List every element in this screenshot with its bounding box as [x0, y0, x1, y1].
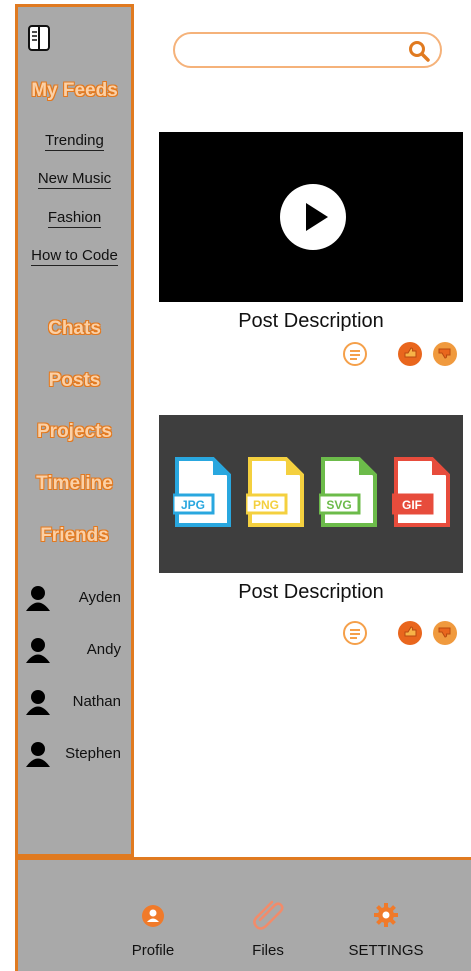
nav-settings-label: SETTINGS: [348, 942, 424, 959]
post-description: Post Description: [238, 310, 384, 332]
comment-icon[interactable]: [342, 341, 368, 367]
user-icon: [26, 586, 50, 611]
nav-profile-label: Profile: [131, 942, 175, 959]
search-input[interactable]: [173, 32, 442, 68]
dislike-icon[interactable]: [432, 341, 458, 367]
like-icon[interactable]: [397, 620, 423, 646]
like-icon[interactable]: [397, 341, 423, 367]
sidebar-item-chats[interactable]: Chats: [15, 318, 134, 340]
feed-how-to-code[interactable]: How to Code: [15, 247, 134, 266]
user-icon: [26, 742, 50, 767]
svg-file-icon: SVG: [319, 457, 377, 527]
sidebar: My Feeds Trending New Music Fashion How …: [15, 4, 134, 857]
feed-fashion[interactable]: Fashion: [15, 209, 134, 228]
svg-text:PNG: PNG: [253, 498, 279, 512]
friend-andy[interactable]: Andy: [24, 636, 129, 664]
friend-name: Andy: [86, 641, 121, 658]
jpg-file-icon: JPG: [173, 457, 231, 527]
friend-name: Stephen: [65, 745, 121, 762]
comment-icon[interactable]: [342, 620, 368, 646]
user-icon: [26, 638, 50, 663]
sidebar-item-projects[interactable]: Projects: [15, 421, 134, 443]
nav-files-label: Files: [252, 942, 284, 959]
svg-text:GIF: GIF: [402, 498, 422, 512]
feed-how-to-code-label: How to Code: [31, 247, 118, 266]
bottom-nav: Profile Files SETTINGS: [15, 857, 471, 971]
friend-ayden[interactable]: Ayden: [24, 584, 129, 612]
friend-nathan[interactable]: Nathan: [24, 688, 129, 716]
gear-icon: [374, 903, 398, 927]
dislike-icon[interactable]: [432, 620, 458, 646]
feed-new-music[interactable]: New Music: [15, 170, 134, 189]
feed-trending[interactable]: Trending: [15, 132, 134, 151]
user-icon: [26, 690, 50, 715]
sidebar-item-posts[interactable]: Posts: [15, 370, 134, 392]
gif-file-icon: GIF: [392, 457, 450, 527]
my-feeds-heading[interactable]: My Feeds: [15, 80, 134, 102]
svg-text:JPG: JPG: [181, 498, 205, 512]
video-post[interactable]: [159, 132, 463, 302]
paperclip-icon: [253, 900, 284, 930]
png-file-icon: PNG: [246, 457, 304, 527]
svg-text:SVG: SVG: [326, 498, 351, 512]
friend-stephen[interactable]: Stephen: [24, 740, 129, 768]
nav-settings[interactable]: SETTINGS: [336, 860, 436, 970]
sidebar-item-friends[interactable]: Friends: [15, 525, 134, 547]
nav-files[interactable]: Files: [233, 860, 303, 970]
friend-name: Ayden: [78, 589, 121, 606]
feed-new-music-label: New Music: [37, 170, 112, 189]
book-icon[interactable]: [28, 25, 50, 51]
feed-fashion-label: Fashion: [47, 209, 102, 228]
image-post[interactable]: JPG PNG SVG GIF: [159, 415, 463, 573]
sidebar-item-timeline[interactable]: Timeline: [15, 473, 134, 495]
profile-icon: [142, 905, 164, 927]
post-description: Post Description: [238, 581, 384, 603]
search-icon[interactable]: [408, 40, 430, 62]
friend-name: Nathan: [72, 693, 121, 710]
nav-profile[interactable]: Profile: [118, 860, 188, 970]
play-icon[interactable]: [280, 184, 346, 250]
feed-trending-label: Trending: [45, 132, 104, 151]
